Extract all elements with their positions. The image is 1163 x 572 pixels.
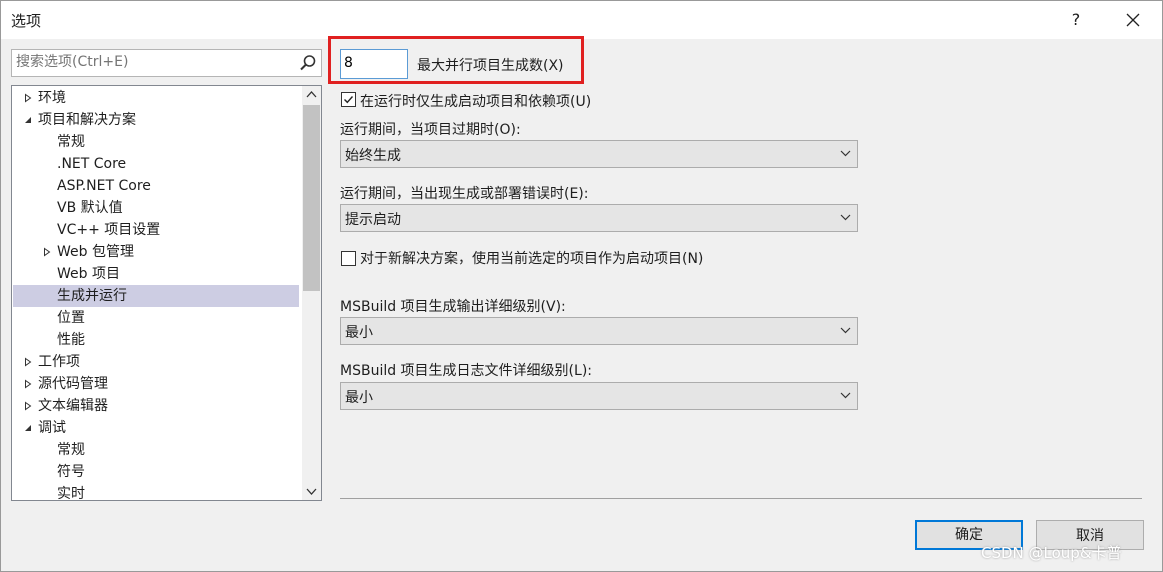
tree-scrollbar[interactable]: [302, 86, 321, 500]
tree-item[interactable]: 符号: [13, 461, 299, 483]
close-icon: [1126, 13, 1140, 27]
tree-item-label: 文本编辑器: [38, 398, 108, 414]
tree-item-label: 生成并运行: [57, 288, 127, 304]
new-solution-startup-label[interactable]: 对于新解决方案，使用当前选定的项目作为启动项目(N): [360, 248, 703, 268]
tree-item[interactable]: 环境: [13, 87, 299, 109]
options-tree: 环境项目和解决方案常规 .NET Core ASP.NET Core VB 默认值 VC…: [11, 85, 322, 501]
msbuild-log-value: 最小: [345, 390, 373, 406]
tree-item-label: 符号: [57, 464, 85, 480]
tree-item-label: Web 项目: [57, 266, 120, 282]
max-parallel-builds-field[interactable]: [340, 49, 408, 79]
tree-item-label: 常规: [57, 442, 85, 458]
divider: [340, 498, 1142, 499]
collapsed-arrow-icon[interactable]: [23, 379, 33, 389]
tree-item[interactable]: VC++ 项目设置: [13, 219, 299, 241]
collapsed-arrow-icon[interactable]: [42, 247, 52, 257]
tree-item[interactable]: 文本编辑器: [13, 395, 299, 417]
search-input[interactable]: [16, 53, 286, 71]
tree-item-label: 常规: [57, 134, 85, 150]
tree-item[interactable]: 位置: [13, 307, 299, 329]
chevron-down-icon: [840, 214, 851, 221]
msbuild-output-select[interactable]: 最小: [340, 317, 858, 345]
tree-item[interactable]: 项目和解决方案: [13, 109, 299, 131]
expanded-arrow-icon[interactable]: [23, 423, 33, 433]
scroll-thumb[interactable]: [303, 105, 320, 291]
tree-item-label: VC++ 项目设置: [57, 222, 161, 238]
tree-item[interactable]: Web 包管理: [13, 241, 299, 263]
tree-item[interactable]: 性能: [13, 329, 299, 351]
tree-item-label: ASP.NET Core: [57, 178, 151, 194]
scroll-down-icon[interactable]: [306, 488, 317, 496]
tree-item-label: 项目和解决方案: [38, 112, 136, 128]
collapsed-arrow-icon[interactable]: [23, 93, 33, 103]
max-parallel-builds-input[interactable]: [344, 54, 402, 72]
tree-item-label: Web 包管理: [57, 244, 134, 260]
tree-item[interactable]: .NET Core: [13, 153, 299, 175]
dialog-title: 选项: [11, 12, 42, 30]
chevron-down-icon: [840, 150, 851, 157]
build-errors-select[interactable]: 提示启动: [340, 204, 858, 232]
title-bar: 选项 ?: [1, 1, 1162, 39]
tree-item-label: 工作项: [38, 354, 80, 370]
msbuild-output-value: 最小: [345, 325, 373, 341]
build-startup-only-label[interactable]: 在运行时仅生成启动项目和依赖项(U): [360, 91, 591, 111]
build-startup-only-checkbox[interactable]: [341, 92, 356, 107]
msbuild-log-select[interactable]: 最小: [340, 382, 858, 410]
tree-item[interactable]: 实时: [13, 483, 299, 501]
tree-item-label: VB 默认值: [57, 200, 123, 216]
close-button[interactable]: [1116, 5, 1150, 35]
out-of-date-value: 始终生成: [345, 148, 401, 164]
tree-item[interactable]: 工作项: [13, 351, 299, 373]
chevron-down-icon: [840, 392, 851, 399]
build-errors-value: 提示启动: [345, 212, 401, 228]
options-dialog: 选项 ? 环境项目和解决方案常规 .NET Core ASP.NET Core VB …: [0, 0, 1163, 572]
collapsed-arrow-icon[interactable]: [23, 401, 33, 411]
tree-item[interactable]: 调试: [13, 417, 299, 439]
tree-item-label: 环境: [38, 90, 66, 106]
watermark: CSDN @Loup&卡普: [981, 544, 1122, 562]
tree-item-label: 性能: [57, 332, 85, 348]
checkmark-icon: [344, 96, 354, 104]
msbuild-output-label: MSBuild 项目生成输出详细级别(V):: [340, 299, 566, 315]
tree-item-label: 源代码管理: [38, 376, 108, 392]
search-box[interactable]: [11, 49, 322, 77]
tree-item[interactable]: ASP.NET Core: [13, 175, 299, 197]
chevron-down-icon: [840, 327, 851, 334]
out-of-date-label: 运行期间，当项目过期时(O):: [340, 122, 521, 138]
build-errors-label: 运行期间，当出现生成或部署错误时(E):: [340, 186, 589, 202]
tree-item[interactable]: VB 默认值: [13, 197, 299, 219]
tree-item[interactable]: 常规: [13, 131, 299, 153]
tree-item-label: 位置: [57, 310, 85, 326]
tree-item-label: .NET Core: [57, 156, 127, 172]
msbuild-log-label: MSBuild 项目生成日志文件详细级别(L):: [340, 363, 592, 379]
scroll-up-icon[interactable]: [306, 90, 317, 98]
tree-item[interactable]: 常规: [13, 439, 299, 461]
tree-item-label: 调试: [38, 420, 66, 436]
search-icon[interactable]: [299, 54, 317, 72]
tree-item[interactable]: Web 项目: [13, 263, 299, 285]
collapsed-arrow-icon[interactable]: [23, 357, 33, 367]
new-solution-startup-checkbox[interactable]: [341, 251, 356, 266]
out-of-date-select[interactable]: 始终生成: [340, 140, 858, 168]
max-parallel-builds-label: 最大并行项目生成数(X): [417, 58, 564, 74]
tree-item[interactable]: 生成并运行: [13, 285, 299, 307]
tree-item[interactable]: 源代码管理: [13, 373, 299, 395]
tree-item-label: 实时: [57, 486, 85, 501]
expanded-arrow-icon[interactable]: [23, 115, 33, 125]
help-button[interactable]: ?: [1061, 5, 1091, 35]
